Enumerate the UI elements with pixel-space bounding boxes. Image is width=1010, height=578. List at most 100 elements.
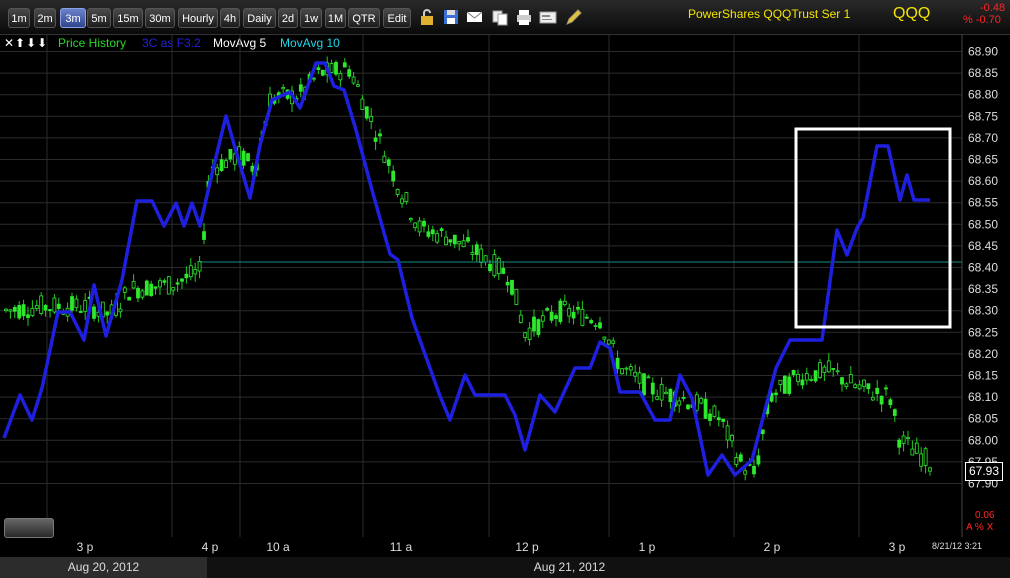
candle-body	[659, 383, 664, 401]
candle-body	[809, 378, 814, 381]
candle-body	[919, 453, 924, 467]
candle-body	[743, 470, 748, 475]
candle-body	[215, 167, 220, 176]
bottom-controls[interactable]: A % X	[966, 522, 993, 533]
candle-body	[791, 369, 796, 375]
candle-body	[34, 305, 39, 309]
candle-body	[646, 376, 651, 379]
pencil-icon[interactable]	[563, 7, 583, 27]
timeframe-qtr-button[interactable]: QTR	[348, 8, 380, 28]
candle-body	[140, 290, 145, 298]
candle-body	[422, 220, 426, 227]
candle-body	[606, 339, 611, 345]
candle-body	[78, 311, 83, 313]
candle-body	[56, 303, 61, 309]
x-axis-label: 4 p	[202, 540, 219, 554]
y-axis-label: 68.40	[968, 261, 998, 275]
card-icon[interactable]	[538, 7, 558, 27]
candle-body	[760, 429, 765, 435]
candle-body	[624, 367, 629, 370]
candle-body	[831, 368, 836, 370]
candle-body	[162, 280, 167, 283]
timestamp: 8/21/12 3:21	[932, 541, 983, 551]
candle-body	[188, 265, 193, 278]
candle-body	[818, 362, 822, 378]
timeframe-daily-button[interactable]: Daily	[243, 8, 276, 28]
candle-body	[48, 309, 52, 311]
candle-body	[184, 273, 189, 279]
copy-icon[interactable]	[490, 7, 510, 27]
candle-body	[378, 133, 382, 137]
print-icon[interactable]	[514, 7, 534, 27]
candle-body	[395, 189, 400, 195]
candle-body	[461, 240, 466, 248]
candle-body	[505, 281, 510, 286]
y-axis-label: 68.50	[968, 217, 998, 231]
y-axis-label: 68.20	[968, 347, 998, 361]
save-icon[interactable]	[441, 7, 461, 27]
candle-body	[356, 84, 360, 87]
candle-body	[228, 149, 233, 160]
lock-icon[interactable]	[417, 7, 437, 27]
timeframe-5m-button[interactable]: 5m	[87, 8, 111, 28]
candle-body	[681, 397, 686, 399]
candle-body	[848, 374, 853, 384]
candle-body	[602, 336, 607, 340]
candle-body	[752, 465, 756, 475]
timeframe-30m-button[interactable]: 30m	[145, 8, 175, 28]
candle-body	[4, 308, 8, 312]
timeframe-2m-button[interactable]: 2m	[34, 8, 56, 28]
candle-body	[756, 455, 761, 465]
candle-body	[281, 87, 286, 90]
y-axis-label: 68.65	[968, 153, 998, 167]
candle-body	[382, 155, 387, 163]
candle-body	[774, 392, 778, 396]
candle-body	[470, 252, 475, 255]
candle-body	[329, 63, 334, 73]
candle-body	[501, 267, 506, 274]
x-axis-label: 2 p	[764, 540, 781, 554]
timeframe-hourly-button[interactable]: Hourly	[178, 8, 218, 28]
candle-body	[558, 300, 563, 322]
timeframe-edit-button[interactable]: Edit	[383, 8, 411, 28]
candle-body	[549, 311, 554, 321]
timeframe-15m-button[interactable]: 15m	[113, 8, 143, 28]
candle-body	[628, 366, 633, 371]
candle-body	[400, 198, 404, 204]
candle-body	[712, 405, 717, 417]
timeframe-4h-button[interactable]: 4h	[220, 8, 240, 28]
price-chart[interactable]: 68.90 68.85 68.80 68.75 68.70 68.65 68.60 68.55…	[0, 34, 1010, 557]
candle-body	[417, 220, 422, 233]
candle-body	[26, 314, 30, 318]
candle-body	[435, 233, 440, 243]
candle-body	[611, 340, 616, 344]
candle-body	[338, 72, 343, 81]
candle-body	[730, 434, 734, 442]
candle-body	[589, 320, 594, 324]
candle-body	[408, 218, 413, 221]
date-aug-21: Aug 21, 2012	[533, 560, 606, 574]
timeframe-3m-button[interactable]: 3m	[60, 8, 86, 28]
candle-body	[457, 241, 462, 245]
ticker-symbol: QQQ	[893, 5, 931, 22]
candle-body	[615, 357, 620, 370]
candle-body	[426, 231, 431, 237]
scroll-left-button[interactable]	[4, 518, 54, 538]
x-axis-labels: 3 p 4 p 10 a 11 a 12 p 1 p 2 p 3 p	[77, 540, 906, 554]
candle-body	[492, 254, 497, 277]
y-axis-labels: 68.90 68.85 68.80 68.75 68.70 68.65 68.60 68.55…	[968, 45, 998, 491]
candle-body	[510, 279, 514, 295]
candle-body	[677, 400, 682, 406]
candle-body	[914, 442, 919, 454]
timeframe-1w-button[interactable]: 1w	[300, 8, 322, 28]
timeframe-1m-button[interactable]: 1M	[325, 8, 346, 28]
chart-grid	[0, 34, 963, 537]
mail-icon[interactable]	[464, 7, 484, 27]
candle-body	[523, 332, 528, 338]
candle-body	[875, 387, 880, 394]
timeframe-2d-button[interactable]: 2d	[278, 8, 298, 28]
x-axis-label: 3 p	[77, 540, 94, 554]
candle-body	[30, 308, 35, 316]
timeframe-1m-button[interactable]: 1m	[8, 8, 30, 28]
x-axis-label: 11 a	[390, 540, 413, 554]
